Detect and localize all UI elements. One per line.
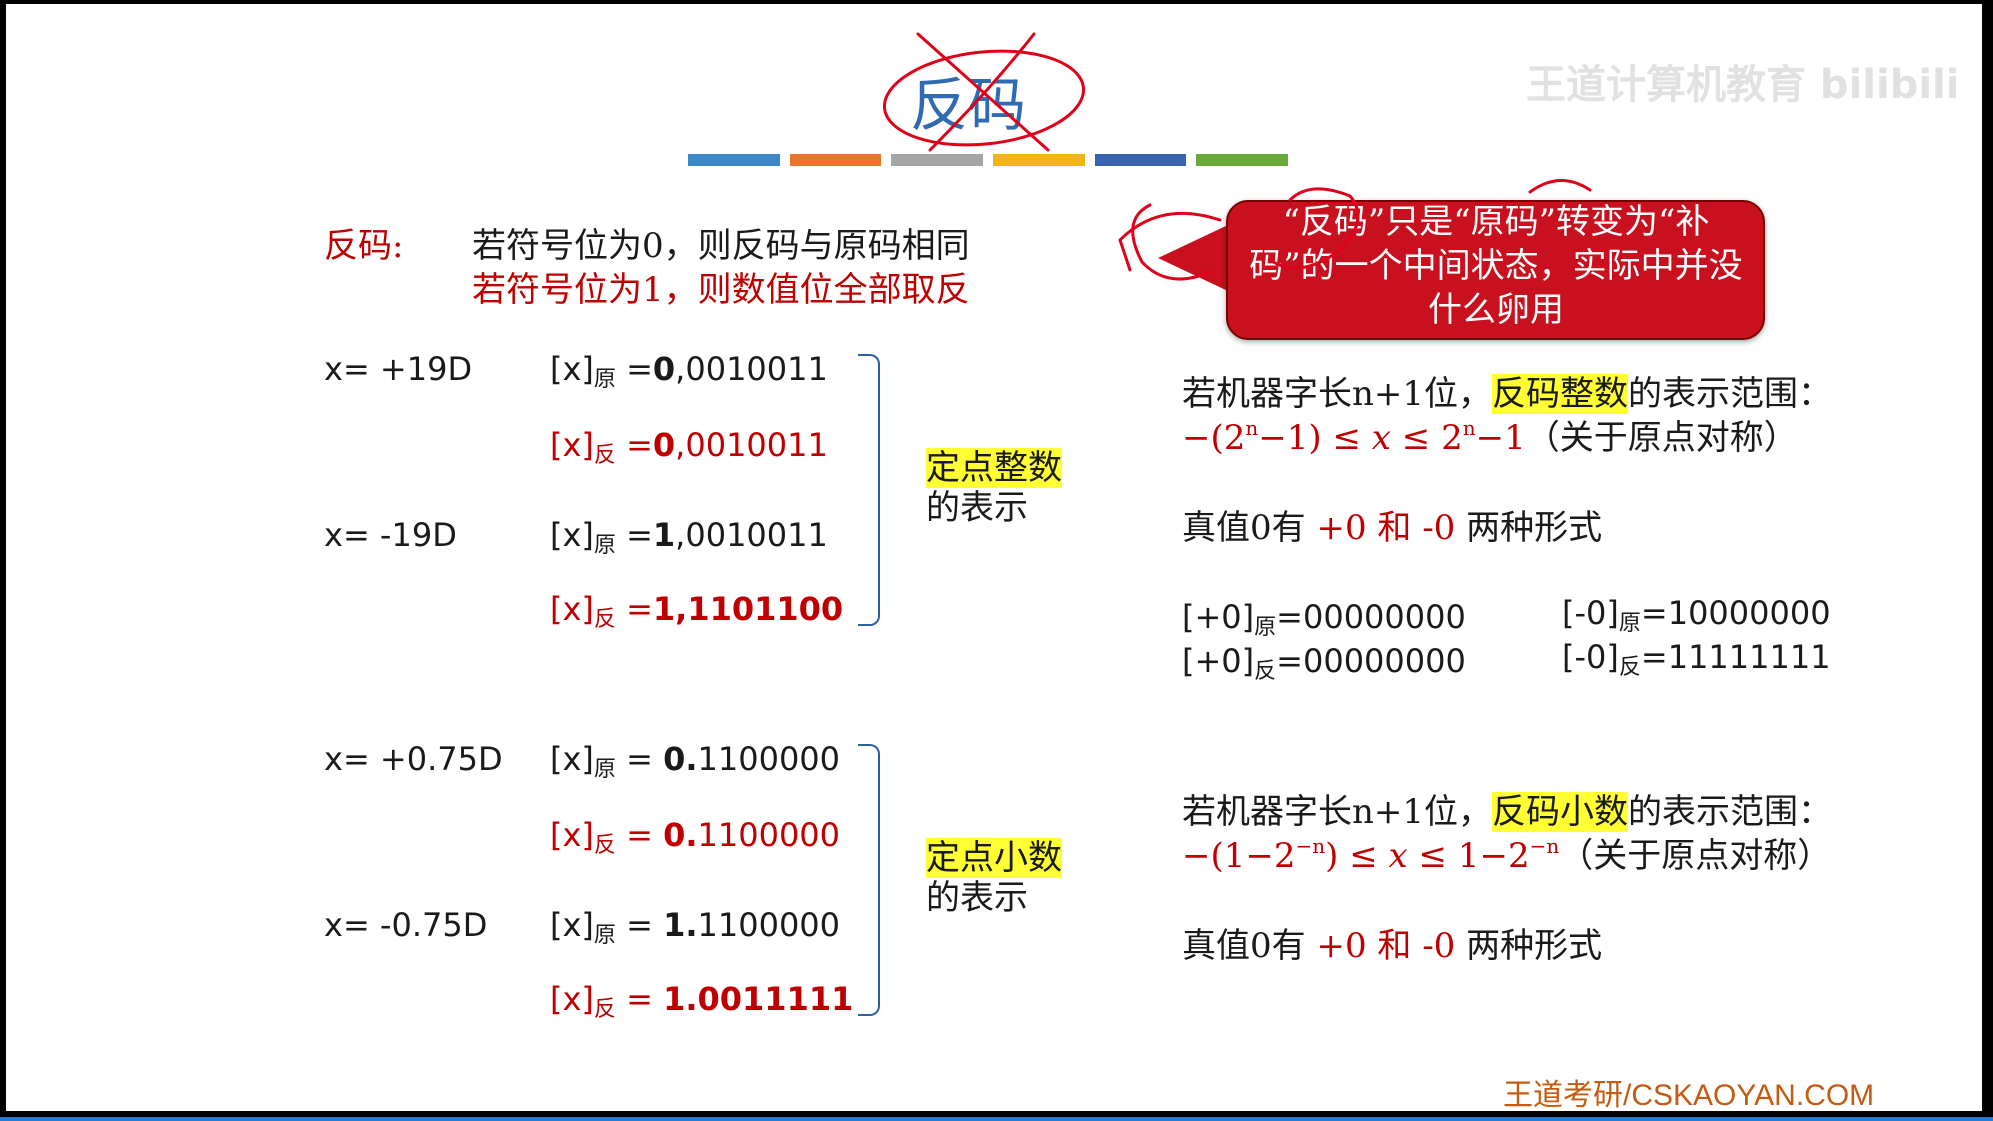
definition-label: 反码: <box>324 226 404 266</box>
definition-line2: 若符号位为1，则数值位全部取反 <box>472 270 970 310</box>
range-formula: −(1−2−n) ≤ x ≤ 1−2−n（关于原点对称） <box>1182 834 1832 876</box>
stripe <box>1094 154 1187 166</box>
code-row: [x]原 = 0.1100000 <box>550 740 841 782</box>
note-bubble-text: “反码”只是“原码”转变为“补码”的一个中间状态，实际中并没什么卵用 <box>1249 202 1743 330</box>
bottom-progress-bar <box>0 1117 1993 1121</box>
range-formula: −(2n−1) ≤ x ≤ 2n−1（关于原点对称） <box>1182 416 1798 458</box>
stripe <box>891 154 984 166</box>
zero-forms: 真值0有 +0 和 -0 两种形式 <box>1182 926 1603 966</box>
watermark-logo: 王道计算机教育 bilibili <box>1526 62 1960 108</box>
stripe <box>1196 154 1289 166</box>
code-row: [x]反 =1,1101100 <box>550 590 844 632</box>
definition-line1: 若符号位为0，则反码与原码相同 <box>472 226 970 266</box>
footer-brand: 王道考研/CSKAOYAN.COM <box>1503 1079 1875 1111</box>
x-value: x= -19D <box>324 516 457 554</box>
code-row: [x]反 =0,0010011 <box>550 426 828 468</box>
zero-forms: 真值0有 +0 和 -0 两种形式 <box>1182 508 1603 548</box>
title-stripes <box>688 154 1289 166</box>
code-row: [x]反 = 0.1100000 <box>550 816 841 858</box>
zero-code: [-0]原=10000000 <box>1562 594 1831 636</box>
stripe <box>789 154 882 166</box>
range-heading: 若机器字长n+1位，反码小数的表示范围： <box>1182 792 1833 832</box>
zero-code: [-0]反=11111111 <box>1562 638 1831 680</box>
code-row: [x]反 = 1.0011111 <box>550 980 854 1022</box>
bubble-tail <box>1158 224 1230 292</box>
x-value: x= +0.75D <box>324 740 503 778</box>
brace-label: 的表示 <box>926 488 1028 528</box>
x-value: x= -0.75D <box>324 906 488 944</box>
code-row: [x]原 =0,0010011 <box>550 350 828 392</box>
brace <box>858 354 880 626</box>
slide-title: 反码 <box>910 71 1027 139</box>
stripe <box>993 154 1085 166</box>
stripe <box>688 154 780 166</box>
zero-code: [+0]原=00000000 <box>1182 598 1466 640</box>
slide: 王道计算机教育 bilibili 反码 反码: 若符号位为0，则反码与原码相同 … <box>6 4 1982 1111</box>
range-heading: 若机器字长n+1位，反码整数的表示范围： <box>1182 374 1833 414</box>
code-row: [x]原 =1,0010011 <box>550 516 828 558</box>
zero-code: [+0]反=00000000 <box>1182 642 1466 684</box>
brace-label: 的表示 <box>926 878 1028 918</box>
x-value: x= +19D <box>324 350 473 388</box>
brace <box>858 744 880 1016</box>
code-row: [x]原 = 1.1100000 <box>550 906 841 948</box>
